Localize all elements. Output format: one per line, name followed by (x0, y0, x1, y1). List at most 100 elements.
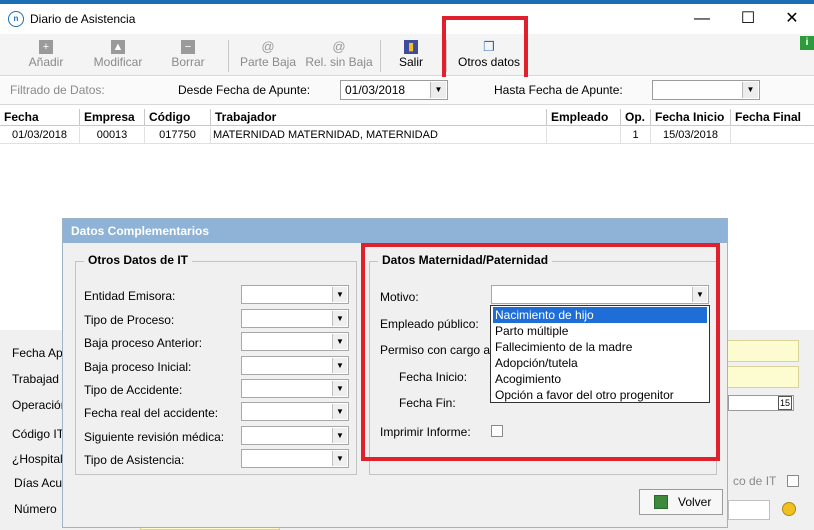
chevron-down-icon[interactable]: ▼ (332, 287, 347, 302)
motivo-option[interactable]: Opción a favor del otro progenitor (493, 387, 707, 403)
bg-label: Número (14, 502, 57, 516)
cell-empleado (547, 127, 621, 144)
column-header[interactable]: Fecha (0, 109, 80, 126)
parte-baja-label: Parte Baja (239, 55, 297, 69)
toolbar-separator (228, 40, 229, 72)
add-button[interactable]: + Añadir (20, 38, 72, 74)
date-field[interactable]: 15 (728, 395, 794, 411)
chevron-down-icon[interactable]: ▼ (332, 311, 347, 326)
chevron-down-icon[interactable]: ▼ (332, 404, 347, 419)
baja-inicial-select[interactable]: ▼ (241, 356, 349, 375)
to-date-label: Hasta Fecha de Apunte: (494, 83, 623, 97)
at-icon: @ (261, 39, 275, 54)
column-header[interactable]: Fecha Final (731, 109, 814, 126)
baja-anterior-select[interactable]: ▼ (241, 332, 349, 351)
exit-button-label: Salir (398, 55, 423, 69)
delete-icon: − (181, 40, 195, 54)
volver-button[interactable]: Volver (639, 489, 723, 515)
field-label: Tipo de Accidente: (84, 383, 183, 397)
window-title: Diario de Asistencia (30, 12, 136, 26)
cell-trabajador: MATERNIDAD MATERNIDAD, MATERNIDAD (211, 127, 547, 144)
bg-label: Código IT (12, 427, 65, 441)
rel-sin-baja-label: Rel. sin Baja (305, 55, 373, 69)
number-field[interactable] (728, 500, 770, 520)
field-label: Tipo de Proceso: (84, 313, 175, 327)
to-date-combo[interactable]: ▼ (652, 80, 760, 100)
it-checkbox[interactable] (787, 475, 799, 487)
dialog-title: Datos Complementarios (63, 219, 727, 243)
search-icon[interactable] (782, 502, 796, 516)
delete-button-label: Borrar (171, 55, 205, 69)
rel-sin-baja-button[interactable]: @ Rel. sin Baja (304, 38, 374, 74)
grid-header: Fecha Empresa Código Trabajador Empleado… (0, 109, 814, 126)
from-date-combo[interactable]: 01/03/2018 ▼ (340, 80, 448, 100)
motivo-option[interactable]: Parto múltiple (493, 323, 707, 339)
calendar-icon[interactable]: 15 (778, 396, 792, 410)
entidad-emisora-select[interactable]: ▼ (241, 285, 349, 304)
at-icon: @ (332, 39, 346, 54)
yellow-field[interactable] (726, 366, 799, 388)
tipo-accidente-select[interactable]: ▼ (241, 379, 349, 398)
cell-empresa: 00013 (80, 127, 145, 144)
chevron-down-icon[interactable]: ▼ (742, 82, 758, 98)
close-button[interactable]: ✕ (772, 6, 812, 32)
column-header[interactable]: Empresa (80, 109, 145, 126)
chevron-down-icon[interactable]: ▼ (332, 381, 347, 396)
modify-icon: ▲ (111, 40, 125, 54)
field-label: Entidad Emisora: (84, 289, 176, 303)
add-button-label: Añadir (28, 55, 64, 69)
tipo-proceso-select[interactable]: ▼ (241, 309, 349, 328)
table-row[interactable]: 01/03/2018 00013 017750 MATERNIDAD MATER… (0, 127, 814, 144)
exit-button[interactable]: ▮ Salir (394, 38, 428, 74)
revision-medica-select[interactable]: ▼ (241, 426, 349, 445)
cell-fecha-inicio: 15/03/2018 (651, 127, 731, 144)
bg-label-right: co de IT (733, 474, 777, 488)
column-header[interactable]: Trabajador (211, 109, 547, 126)
cell-fecha: 01/03/2018 (0, 127, 80, 144)
column-header[interactable]: Código (145, 109, 211, 126)
chevron-down-icon[interactable]: ▼ (332, 358, 347, 373)
motivo-option[interactable]: Nacimiento de hijo (493, 307, 707, 323)
chevron-down-icon[interactable]: ▼ (332, 428, 347, 443)
cell-fecha-final (731, 127, 814, 144)
toolbar-separator (380, 40, 381, 72)
volver-label: Volver (678, 495, 712, 509)
add-icon: + (39, 40, 53, 54)
cell-codigo: 017750 (145, 127, 211, 144)
chevron-down-icon[interactable]: ▼ (332, 451, 347, 466)
maximize-button[interactable]: ☐ (728, 6, 768, 32)
it-group-title: Otros Datos de IT (84, 253, 193, 267)
column-header[interactable]: Fecha Inicio (651, 109, 731, 126)
highlight-box-otros-datos (442, 16, 528, 82)
bg-label: Días Acun (14, 476, 69, 490)
motivo-dropdown-list[interactable]: Nacimiento de hijo Parto múltiple Fallec… (490, 305, 710, 403)
motivo-option[interactable]: Acogimiento (493, 371, 707, 387)
field-label: Fecha real del accidente: (84, 406, 219, 420)
chevron-down-icon[interactable]: ▼ (430, 82, 446, 98)
field-label: Tipo de Asistencia: (84, 453, 185, 467)
fecha-accidente-select[interactable]: ▼ (241, 402, 349, 421)
field-label: Baja proceso Inicial: (84, 360, 192, 374)
field-label: Baja proceso Anterior: (84, 336, 203, 350)
parte-baja-button[interactable]: @ Parte Baja (238, 38, 298, 74)
modify-button[interactable]: ▲ Modificar (88, 38, 148, 74)
chevron-down-icon[interactable]: ▼ (332, 334, 347, 349)
motivo-option[interactable]: Adopción/tutela (493, 355, 707, 371)
from-date-value: 01/03/2018 (345, 83, 406, 97)
motivo-option[interactable]: Fallecimiento de la madre (493, 339, 707, 355)
bg-label: Operación (12, 398, 68, 412)
filter-label: Filtrado de Datos: (10, 83, 105, 97)
minimize-button[interactable]: — (682, 6, 722, 32)
delete-button[interactable]: − Borrar (164, 38, 212, 74)
cell-op: 1 (621, 127, 651, 144)
yellow-field[interactable] (726, 340, 799, 362)
modify-button-label: Modificar (93, 55, 143, 69)
app-logo-icon: n (8, 11, 24, 27)
column-header[interactable]: Op. (621, 109, 651, 126)
column-header[interactable]: Empleado (547, 109, 621, 126)
exit-door-icon: ▮ (404, 40, 418, 54)
bg-label: ¿Hospitali (12, 452, 66, 466)
tipo-asistencia-select[interactable]: ▼ (241, 449, 349, 468)
back-icon (654, 495, 668, 509)
bg-label: Fecha Ap (12, 346, 63, 360)
